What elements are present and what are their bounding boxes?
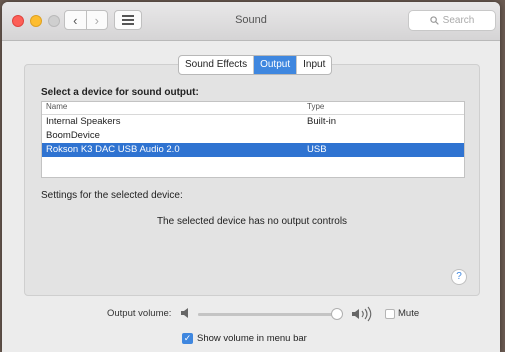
speaker-low-icon [181,308,188,318]
search-icon [429,16,439,25]
no-controls-message: The selected device has no output contro… [156,216,348,227]
search-field[interactable]: Search [408,10,496,31]
volume-slider-knob[interactable] [331,308,344,320]
column-header-type[interactable]: Type [307,102,324,111]
table-row[interactable]: Internal Speakers Built-in [42,115,464,129]
device-type: Built-in [307,116,337,127]
table-row[interactable]: BoomDevice [42,129,464,143]
tab-bar: Sound Effects Output Input [178,55,333,75]
help-button[interactable]: ? [451,269,467,285]
mute-checkbox[interactable] [385,309,395,319]
titlebar: ‹ › Sound Search [2,2,500,41]
sound-preferences-window: ‹ › Sound Search Sound Effects Output In… [2,2,500,352]
checkmark-icon: ✓ [183,333,192,343]
tab-output[interactable]: Output [253,56,297,74]
search-placeholder: Search [442,15,475,26]
output-panel: Select a device for sound output: Name T… [24,64,480,296]
output-volume-label: Output volume: [107,308,172,319]
volume-slider[interactable] [198,308,344,320]
device-name: Rokson K3 DAC USB Audio 2.0 [46,144,180,155]
device-name: BoomDevice [46,130,100,141]
table-header: Name Type [42,102,464,115]
tab-input[interactable]: Input [296,56,331,74]
volume-slider-fill [198,313,338,316]
device-table: Name Type Internal Speakers Built-in Boo… [41,101,465,178]
settings-label: Settings for the selected device: [41,190,183,201]
show-volume-checkbox[interactable]: ✓ [182,333,193,344]
column-header-name[interactable]: Name [46,102,67,111]
output-volume-row: Output volume: Mute [2,306,500,322]
mute-label: Mute [398,308,420,319]
show-volume-label: Show volume in menu bar [197,333,307,344]
device-name: Internal Speakers [46,116,121,127]
tab-sound-effects[interactable]: Sound Effects [179,56,253,74]
table-row-selected[interactable]: Rokson K3 DAC USB Audio 2.0 USB [42,143,464,157]
device-type: USB [307,144,327,155]
speaker-high-icon [352,306,372,322]
device-select-heading: Select a device for sound output: [41,87,199,98]
